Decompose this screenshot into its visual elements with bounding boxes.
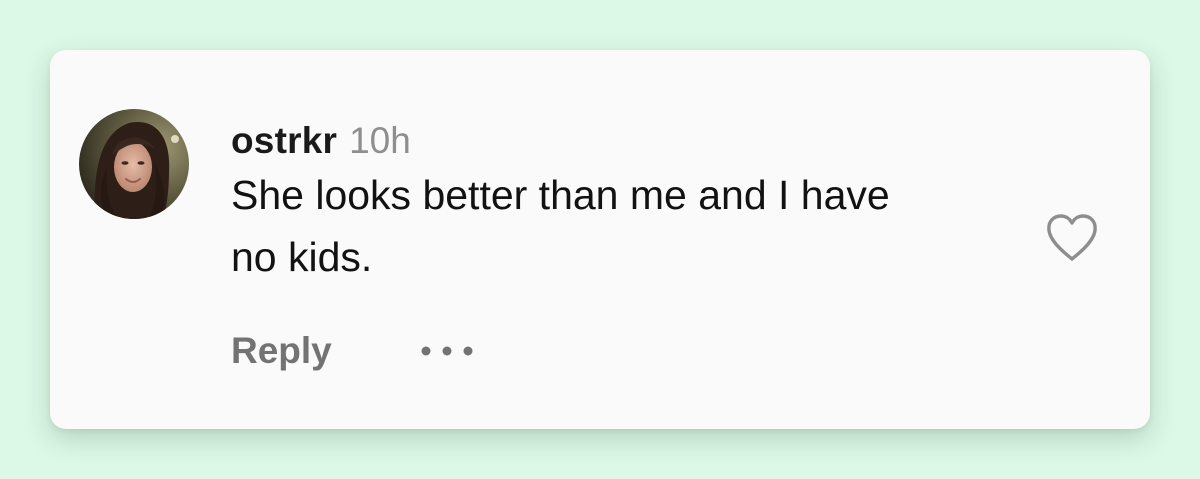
like-button[interactable] xyxy=(1044,212,1100,264)
comment-card: ostrkr 10h She looks better than me and … xyxy=(50,50,1150,429)
comment-content: ostrkr 10h She looks better than me and … xyxy=(231,120,951,288)
comment-actions: Reply xyxy=(231,330,474,372)
avatar-photo xyxy=(79,109,189,219)
avatar[interactable] xyxy=(79,109,189,219)
comment-timestamp[interactable]: 10h xyxy=(349,120,411,162)
more-options-icon xyxy=(421,346,473,356)
username-link[interactable]: ostrkr xyxy=(231,120,337,162)
more-options-button[interactable] xyxy=(420,331,474,371)
reply-button[interactable]: Reply xyxy=(231,330,332,372)
heart-outline-icon xyxy=(1047,214,1097,261)
comment-text: She looks better than me and I have no k… xyxy=(231,172,890,280)
comment-meta: ostrkr 10h xyxy=(231,120,951,162)
